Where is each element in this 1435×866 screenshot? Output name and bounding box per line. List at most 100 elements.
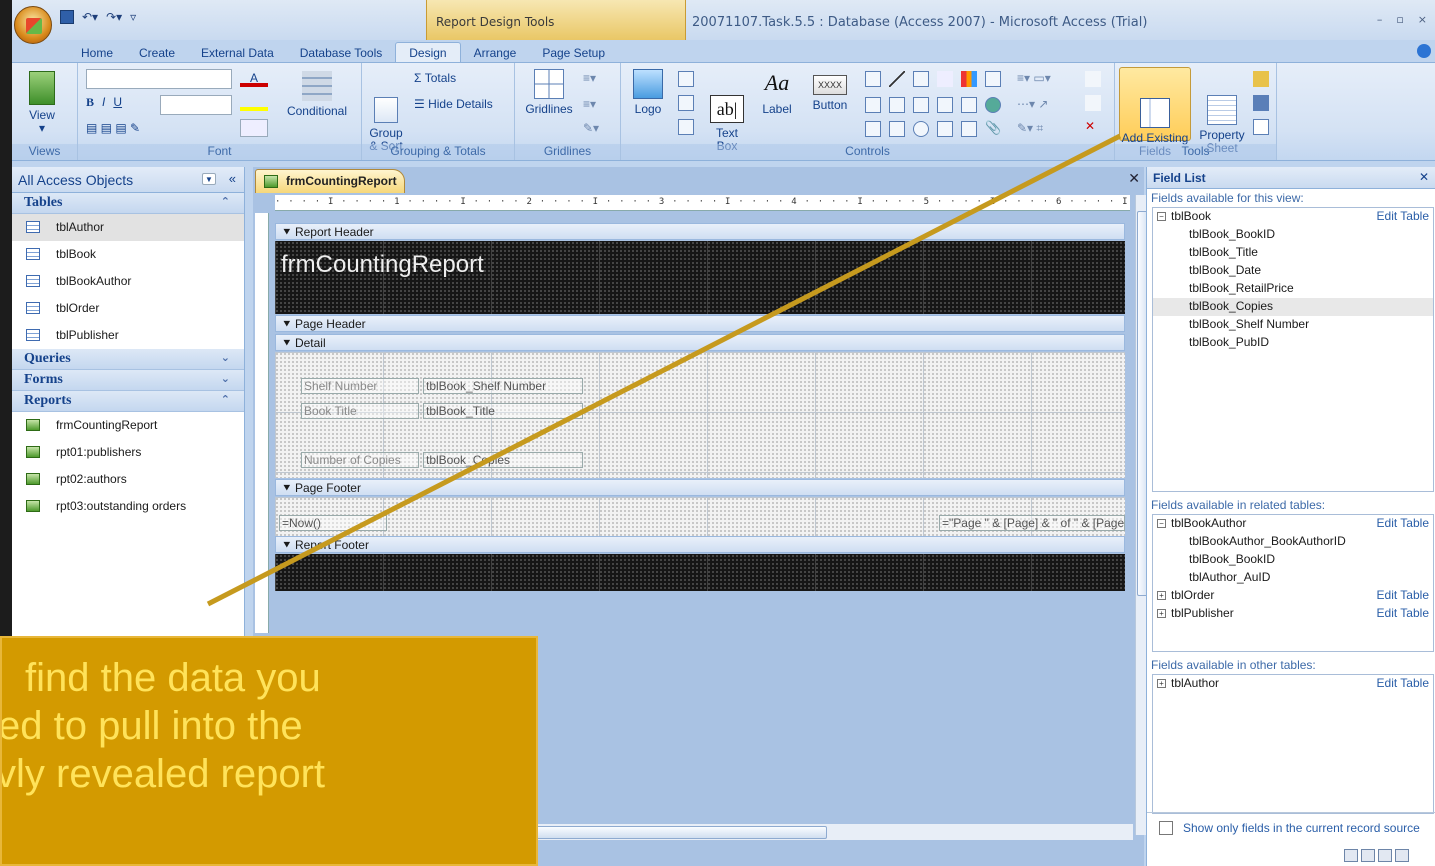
tab-create[interactable]: Create <box>126 43 188 62</box>
close-button[interactable]: × <box>1418 13 1427 26</box>
section-page-header[interactable]: ⯆ Page Header <box>275 315 1125 332</box>
report-view-icon[interactable] <box>1344 849 1358 862</box>
detail-area[interactable]: Shelf Number tblBook_Shelf Number Book T… <box>275 352 1125 478</box>
line-weight-icon[interactable]: ≡▾ <box>583 97 596 111</box>
tab-home[interactable]: Home <box>68 43 126 62</box>
undo-icon[interactable]: ↶▾ <box>82 10 98 24</box>
field-textbox[interactable]: tblBook_Shelf Number <box>423 378 583 394</box>
font-color-icon[interactable]: A <box>240 71 268 87</box>
field-item[interactable]: tblBook_Title <box>1153 244 1433 262</box>
tab-external-data[interactable]: External Data <box>188 43 287 62</box>
print-preview-icon[interactable] <box>1361 849 1375 862</box>
bold-button[interactable]: B <box>86 95 94 109</box>
customize-icon[interactable]: ▿ <box>130 10 136 24</box>
rectangle-icon[interactable] <box>913 71 929 87</box>
horizontal-scrollbar[interactable] <box>528 824 1133 840</box>
design-view-icon[interactable] <box>1395 849 1409 862</box>
nav-group-tables[interactable]: Tables ⌃ <box>12 193 244 214</box>
line-color-icon[interactable]: ✎▾ <box>583 121 599 135</box>
page-break-icon[interactable] <box>937 71 953 87</box>
underline-button[interactable]: U <box>113 95 122 109</box>
line-type-icon[interactable]: ⋯▾ ↗ <box>1017 97 1048 111</box>
tab-database-tools[interactable]: Database Tools <box>287 43 396 62</box>
document-tab[interactable]: frmCountingReport <box>255 169 405 193</box>
select-icon[interactable] <box>1085 71 1101 87</box>
option-button-icon[interactable] <box>913 121 929 137</box>
section-page-footer[interactable]: ⯆ Page Footer <box>275 479 1125 496</box>
line-thickness-icon[interactable]: ≡▾ ▭▾ <box>1017 71 1051 85</box>
section-report-header[interactable]: ⯆ Report Header <box>275 223 1125 240</box>
collapse-icon[interactable]: − <box>1157 212 1166 221</box>
save-icon[interactable] <box>60 10 74 24</box>
field-label[interactable]: Number of Copies <box>301 452 419 468</box>
edit-table-link[interactable]: Edit Table <box>1377 516 1429 530</box>
nav-item-table[interactable]: tblBook <box>12 241 244 268</box>
toggle-button-icon[interactable] <box>889 97 905 113</box>
field-list-table[interactable]: + tblPublisher Edit Table <box>1153 605 1433 623</box>
option-group-icon[interactable] <box>937 97 953 113</box>
field-list-table[interactable]: − tblBookAuthor Edit Table <box>1153 515 1433 533</box>
edit-table-link[interactable]: Edit Table <box>1377 209 1429 223</box>
tab-arrange[interactable]: Arrange <box>461 43 530 62</box>
scroll-thumb[interactable] <box>530 826 827 839</box>
field-list-table[interactable]: − tblBook Edit Table <box>1153 208 1433 226</box>
page-number-textbox[interactable]: ="Page " & [Page] & " of " & [Pages] <box>939 515 1125 531</box>
list-box-icon[interactable] <box>865 97 881 113</box>
label-button[interactable]: Aa Label <box>755 69 799 116</box>
field-label[interactable]: Shelf Number <box>301 378 419 394</box>
field-item[interactable]: tblBook_BookID <box>1153 226 1433 244</box>
office-button[interactable] <box>14 6 52 44</box>
page-numbers-icon[interactable] <box>678 71 694 87</box>
fill-color-icon[interactable] <box>240 95 268 111</box>
shutter-bar-collapse-icon[interactable]: « <box>229 171 236 186</box>
close-icon[interactable]: ✕ <box>1419 170 1429 184</box>
conditional-button[interactable]: Conditional <box>282 71 352 118</box>
field-textbox[interactable]: tblBook_Copies <box>423 452 583 468</box>
tab-control-icon[interactable] <box>985 71 1001 87</box>
nav-menu-dropdown-icon[interactable]: ▼ <box>202 173 216 185</box>
use-control-wizards-icon[interactable] <box>1085 95 1101 111</box>
nav-group-forms[interactable]: Forms ⌄ <box>12 370 244 391</box>
button-button[interactable]: XXXX Button <box>805 69 855 112</box>
layout-view-icon[interactable] <box>1378 849 1392 862</box>
view-button[interactable]: View ▾ <box>22 71 62 135</box>
combo-box-icon[interactable] <box>865 71 881 87</box>
report-footer-area[interactable] <box>275 554 1125 591</box>
now-textbox[interactable]: =Now() <box>279 515 387 531</box>
nav-group-queries[interactable]: Queries ⌄ <box>12 349 244 370</box>
expand-icon[interactable]: + <box>1157 679 1166 688</box>
nav-item-report[interactable]: rpt02:authors <box>12 466 244 493</box>
collapse-icon[interactable]: − <box>1157 519 1166 528</box>
nav-item-report[interactable]: rpt01:publishers <box>12 439 244 466</box>
add-existing-fields-button[interactable]: Add Existing Fields <box>1119 67 1191 158</box>
edit-table-link[interactable]: Edit Table <box>1377 676 1429 690</box>
insert-image-icon[interactable] <box>961 121 977 137</box>
activex-icon[interactable]: ✕ <box>1085 119 1101 135</box>
field-label[interactable]: Book Title <box>301 403 419 419</box>
bound-frame-icon[interactable] <box>937 121 953 137</box>
redo-icon[interactable]: ↷▾ <box>106 10 122 24</box>
field-item[interactable]: tblAuthor_AuID <box>1153 569 1433 587</box>
field-item[interactable]: tblBook_Date <box>1153 262 1433 280</box>
align-buttons[interactable]: ▤ ▤ ▤ ✎ <box>86 121 140 135</box>
edit-table-link[interactable]: Edit Table <box>1377 588 1429 602</box>
code-icon[interactable] <box>1253 71 1269 87</box>
hide-details-button[interactable]: ☰ Hide Details <box>414 97 493 111</box>
section-detail[interactable]: ⯆ Detail <box>275 334 1125 351</box>
font-size-combo[interactable] <box>160 95 232 115</box>
date-time-icon[interactable] <box>678 119 694 135</box>
gridlines-color-icon[interactable] <box>240 119 268 137</box>
tab-page-setup[interactable]: Page Setup <box>529 43 618 62</box>
nav-item-report[interactable]: rpt03:outstanding orders <box>12 493 244 520</box>
nav-item-report[interactable]: frmCountingReport <box>12 412 244 439</box>
section-report-footer[interactable]: ⯆ Report Footer <box>275 536 1125 553</box>
help-icon[interactable] <box>1417 44 1431 58</box>
line-icon[interactable] <box>889 71 905 87</box>
field-item[interactable]: tblBook_Shelf Number <box>1153 316 1433 334</box>
totals-button[interactable]: Σ Totals <box>414 71 456 85</box>
close-document-icon[interactable]: ✕ <box>1128 171 1140 187</box>
view-code-icon[interactable] <box>1253 95 1269 111</box>
insert-page-icon[interactable] <box>678 95 694 111</box>
line-color-control-icon[interactable]: ✎▾ ⌗ <box>1017 121 1043 136</box>
field-list-table[interactable]: + tblAuthor Edit Table <box>1153 675 1433 693</box>
